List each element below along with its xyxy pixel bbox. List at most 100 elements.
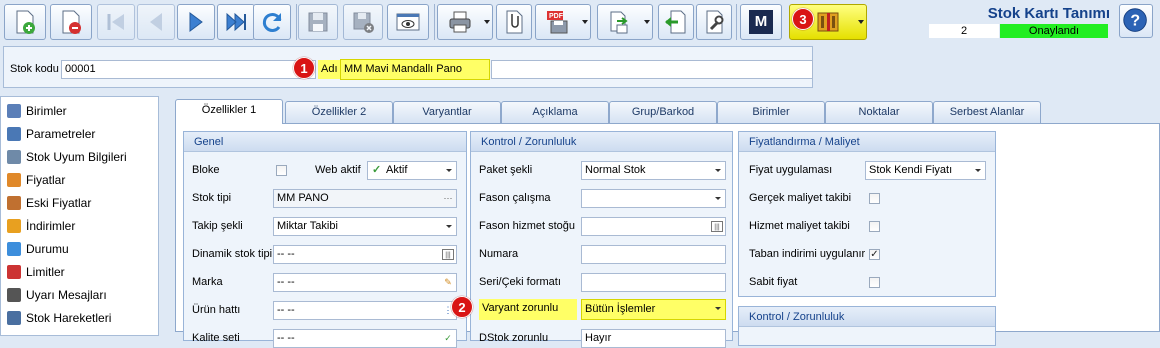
sidebar-item-label: Parametreler: [26, 127, 96, 141]
sidebar-item-label: Fiyatlar: [26, 173, 66, 187]
dynamic-type-input[interactable]: -- -- |||: [273, 245, 457, 264]
prices-icon: [7, 173, 21, 187]
last-record-button[interactable]: [217, 4, 255, 40]
prev-icon: [150, 13, 162, 31]
tab-4[interactable]: Grup/Barkod: [609, 101, 717, 123]
tab-content: Genel Bloke Web aktif ✓ Aktif Stok tipi …: [175, 123, 1160, 348]
sidebar-item-3[interactable]: Fiyatlar: [7, 169, 65, 191]
service-cost-checkbox[interactable]: [869, 221, 880, 232]
sidebar-item-8[interactable]: Uyarı Mesajları: [7, 284, 107, 306]
tab-2[interactable]: Varyantlar: [393, 101, 501, 123]
add-icon: [16, 10, 35, 34]
preview-button[interactable]: [387, 4, 429, 40]
attach-button[interactable]: [496, 4, 532, 40]
status-badge: Onaylandı: [1000, 24, 1108, 38]
help-button[interactable]: ?: [1119, 4, 1153, 38]
outsourcing-service-label: Fason hizmet stoğu: [479, 220, 575, 232]
variant-required-select[interactable]: Bütün İşlemler: [581, 299, 726, 320]
first-record-button[interactable]: [97, 4, 135, 40]
last-icon: [226, 12, 246, 32]
calendar-icon[interactable]: |||: [442, 249, 454, 260]
price-application-select[interactable]: Stok Kendi Fiyatı: [865, 161, 986, 180]
warnings-icon: [7, 288, 21, 302]
chevron-down-icon: [715, 169, 721, 172]
attach-icon: [506, 10, 523, 34]
package-select[interactable]: Normal Stok: [581, 161, 726, 180]
refresh-button[interactable]: [253, 4, 291, 40]
product-line-label: Ürün hattı: [192, 304, 241, 316]
sidebar-item-0[interactable]: Birimler: [7, 100, 67, 122]
web-active-value: Aktif: [386, 164, 408, 176]
export-button[interactable]: [597, 4, 653, 40]
outsourcing-service-input[interactable]: |||: [581, 217, 726, 236]
pdf-export-button[interactable]: PDF: [535, 4, 591, 40]
compatibility-icon: [7, 150, 21, 164]
tab-5[interactable]: Birimler: [717, 101, 825, 123]
stock-type-value: MM PANO: [277, 192, 329, 204]
stock-type-input[interactable]: MM PANO ···: [273, 189, 457, 208]
stock-code-input[interactable]: 00001: [61, 60, 316, 79]
page-title: Stok Kartı Tanımı: [987, 5, 1110, 22]
delete-button[interactable]: [50, 4, 92, 40]
variant-required-value: Bütün İşlemler: [585, 303, 656, 315]
brand-label: Marka: [192, 276, 223, 288]
next-record-button[interactable]: [177, 4, 215, 40]
real-cost-checkbox[interactable]: [869, 193, 880, 204]
sidebar-item-2[interactable]: Stok Uyum Bilgileri: [7, 146, 127, 168]
next-icon: [189, 12, 203, 32]
help-icon: ?: [1123, 8, 1147, 32]
tab-6[interactable]: Noktalar: [825, 101, 933, 123]
discard-button[interactable]: [343, 4, 383, 40]
m-logo-button[interactable]: M: [740, 4, 782, 40]
marker-3: 3: [792, 8, 814, 30]
fixed-price-label: Sabit fiyat: [749, 276, 798, 288]
product-line-value: -- --: [277, 304, 295, 316]
outsourcing-select[interactable]: [581, 189, 726, 208]
calendar-icon[interactable]: |||: [711, 221, 723, 232]
bloke-checkbox[interactable]: [276, 165, 287, 176]
tab-3[interactable]: Açıklama: [501, 101, 609, 123]
number-input[interactable]: [581, 245, 726, 264]
add-button[interactable]: [4, 4, 46, 40]
base-discount-checkbox[interactable]: ✓: [869, 249, 880, 260]
tools-button[interactable]: [696, 4, 732, 40]
product-line-input[interactable]: -- -- ⋮: [273, 301, 457, 320]
name-input[interactable]: MM Mavi Mandallı Pano: [340, 59, 490, 80]
back-button[interactable]: [658, 4, 694, 40]
delete-icon: [62, 10, 81, 34]
sidebar-item-6[interactable]: Durumu: [7, 238, 69, 260]
tab-1[interactable]: Özellikler 2: [285, 101, 393, 123]
name-input-ext[interactable]: [491, 60, 813, 79]
serial-format-label: Seri/Çeki formatı: [479, 276, 561, 288]
marker-1: 1: [293, 57, 315, 79]
record-number: 2: [929, 24, 999, 38]
tracking-select[interactable]: Miktar Takibi: [273, 217, 457, 236]
parameters-icon: [7, 127, 21, 141]
sidebar-item-9[interactable]: Stok Hareketleri: [7, 307, 111, 329]
tab-7[interactable]: Serbest Alanlar: [933, 101, 1041, 123]
brand-input[interactable]: -- -- ✎: [273, 273, 457, 292]
serial-format-input[interactable]: [581, 273, 726, 292]
pricing-group-title: Fiyatlandırma / Maliyet: [739, 132, 995, 152]
chevron-down-icon: [715, 197, 721, 200]
marker-2: 2: [451, 296, 473, 318]
print-button[interactable]: [437, 4, 493, 40]
save-button[interactable]: [298, 4, 338, 40]
web-active-select[interactable]: ✓ Aktif: [367, 161, 457, 180]
fixed-price-checkbox[interactable]: [869, 277, 880, 288]
tab-0[interactable]: Özellikler 1: [175, 99, 283, 124]
sidebar-item-label: İndirimler: [26, 219, 76, 233]
sidebar-item-1[interactable]: Parametreler: [7, 123, 95, 145]
sidebar-item-7[interactable]: Limitler: [7, 261, 65, 283]
ellipsis-icon[interactable]: ···: [442, 193, 454, 204]
old-prices-icon: [7, 196, 21, 210]
edit-icon[interactable]: ✎: [442, 277, 454, 288]
base-discount-label: Taban indirimi uygulanır: [749, 248, 866, 260]
check-icon[interactable]: ✓: [442, 333, 454, 344]
sidebar-item-label: Stok Uyum Bilgileri: [26, 150, 127, 164]
sidebar-item-5[interactable]: İndirimler: [7, 215, 75, 237]
control-group-2-title: Kontrol / Zorunluluk: [739, 307, 995, 327]
sidebar-item-4[interactable]: Eski Fiyatlar: [7, 192, 91, 214]
prev-record-button[interactable]: [137, 4, 175, 40]
name-label: Adı: [318, 60, 341, 79]
